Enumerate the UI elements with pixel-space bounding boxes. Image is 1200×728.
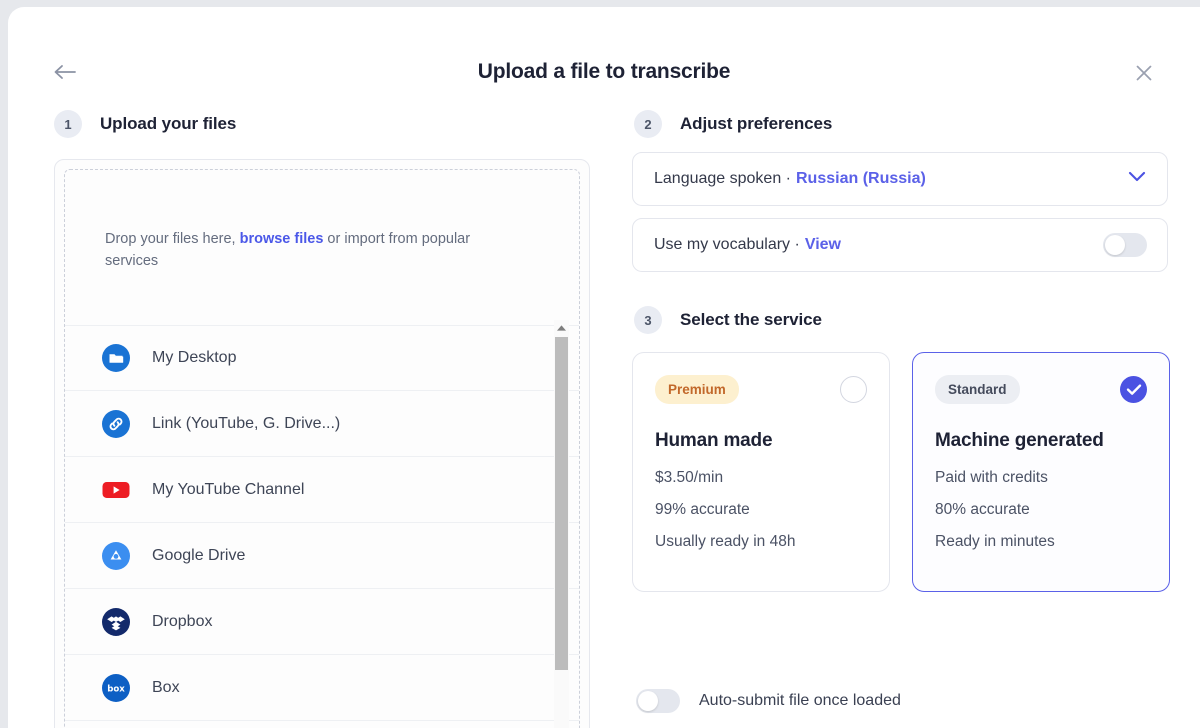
language-select[interactable]: Language spoken · Russian (Russia) (632, 152, 1168, 206)
vocabulary-row[interactable]: Use my vocabulary · View (632, 218, 1168, 272)
list-item-box[interactable]: box Box (65, 655, 579, 721)
service-card-machine-generated[interactable]: Standard Machine generated Paid with cre… (912, 352, 1170, 592)
card-detail-turnaround: Usually ready in 48h (655, 533, 867, 551)
youtube-icon (102, 476, 130, 504)
card-title: Machine generated (935, 430, 1147, 452)
list-item-label: Link (YouTube, G. Drive...) (152, 415, 340, 433)
auto-submit-toggle[interactable] (636, 689, 680, 713)
list-item-label: Dropbox (152, 613, 212, 631)
language-label: Language spoken · (654, 170, 791, 188)
service-card-human-made[interactable]: Premium Human made $3.50/min 99% accurat… (632, 352, 890, 592)
dropzone-instructions: Drop your files here, browse files or im… (105, 228, 485, 272)
step-1-number: 1 (54, 110, 82, 138)
vocabulary-toggle[interactable] (1103, 233, 1147, 257)
toggle-knob (1105, 235, 1125, 255)
google-drive-icon (102, 542, 130, 570)
list-item-google-drive[interactable]: Google Drive (65, 523, 579, 589)
list-item-link[interactable]: Link (YouTube, G. Drive...) (65, 391, 579, 457)
preference-fields: Language spoken · Russian (Russia) Use m… (632, 152, 1168, 284)
auto-submit-label: Auto-submit file once loaded (699, 692, 901, 710)
list-item-youtube-channel[interactable]: My YouTube Channel (65, 457, 579, 523)
dropzone-text-before: Drop your files here, (105, 231, 240, 247)
toggle-knob (638, 691, 658, 711)
close-icon (1134, 63, 1154, 83)
service-cards: Premium Human made $3.50/min 99% accurat… (632, 352, 1170, 592)
scroll-up-arrow-icon[interactable] (554, 320, 569, 335)
card-detail-turnaround: Ready in minutes (935, 533, 1147, 551)
upload-modal: Upload a file to transcribe 1 Upload you… (8, 7, 1200, 728)
card-header: Standard (935, 375, 1147, 404)
step-2-heading: 2 Adjust preferences (634, 110, 832, 138)
scrollbar-thumb[interactable] (555, 337, 568, 670)
preferences-column: 2 Adjust preferences Language spoken · R… (620, 99, 1200, 728)
svg-text:box: box (107, 684, 125, 694)
step-2-title: Adjust preferences (680, 114, 832, 134)
box-icon: box (102, 674, 130, 702)
card-detail-price: Paid with credits (935, 469, 1147, 487)
list-item-label: Box (152, 679, 180, 697)
status-badge: Standard (935, 375, 1020, 404)
step-3-heading: 3 Select the service (634, 306, 822, 334)
step-1-heading: 1 Upload your files (54, 110, 236, 138)
list-item-label: Google Drive (152, 547, 245, 565)
list-item-label: My Desktop (152, 349, 236, 367)
step-3-number: 3 (634, 306, 662, 334)
vocabulary-view-link[interactable]: View (805, 236, 841, 254)
card-detail-accuracy: 99% accurate (655, 501, 867, 519)
list-item-label: My YouTube Channel (152, 481, 304, 499)
radio-unselected-icon[interactable] (840, 376, 867, 403)
step-3-title: Select the service (680, 310, 822, 330)
modal-header: Upload a file to transcribe (8, 7, 1200, 99)
folder-icon (102, 344, 130, 372)
radio-selected-check-icon[interactable] (1120, 376, 1147, 403)
step-1-title: Upload your files (100, 114, 236, 134)
card-detail-price: $3.50/min (655, 469, 867, 487)
import-service-list: My Desktop Link (You (65, 325, 579, 728)
card-detail-accuracy: 80% accurate (935, 501, 1147, 519)
step-2-number: 2 (634, 110, 662, 138)
auto-submit-row: Auto-submit file once loaded (636, 689, 901, 713)
browse-files-link[interactable]: browse files (240, 231, 324, 247)
card-header: Premium (655, 375, 867, 404)
language-value: Russian (Russia) (796, 170, 926, 188)
close-button[interactable] (1130, 59, 1158, 87)
link-icon (102, 410, 130, 438)
chevron-down-icon (1127, 170, 1147, 188)
modal-body: 1 Upload your files Drop your files here… (8, 99, 1200, 728)
vocabulary-label: Use my vocabulary · (654, 236, 800, 254)
upload-column: 1 Upload your files Drop your files here… (8, 99, 620, 728)
dropzone[interactable]: Drop your files here, browse files or im… (54, 159, 590, 728)
list-item-dropbox[interactable]: Dropbox (65, 589, 579, 655)
dropbox-icon (102, 608, 130, 636)
card-title: Human made (655, 430, 867, 452)
list-item-my-desktop[interactable]: My Desktop (65, 325, 579, 391)
status-badge: Premium (655, 375, 739, 404)
page-title: Upload a file to transcribe (8, 60, 1200, 84)
file-list-scrollbar[interactable] (554, 320, 569, 728)
